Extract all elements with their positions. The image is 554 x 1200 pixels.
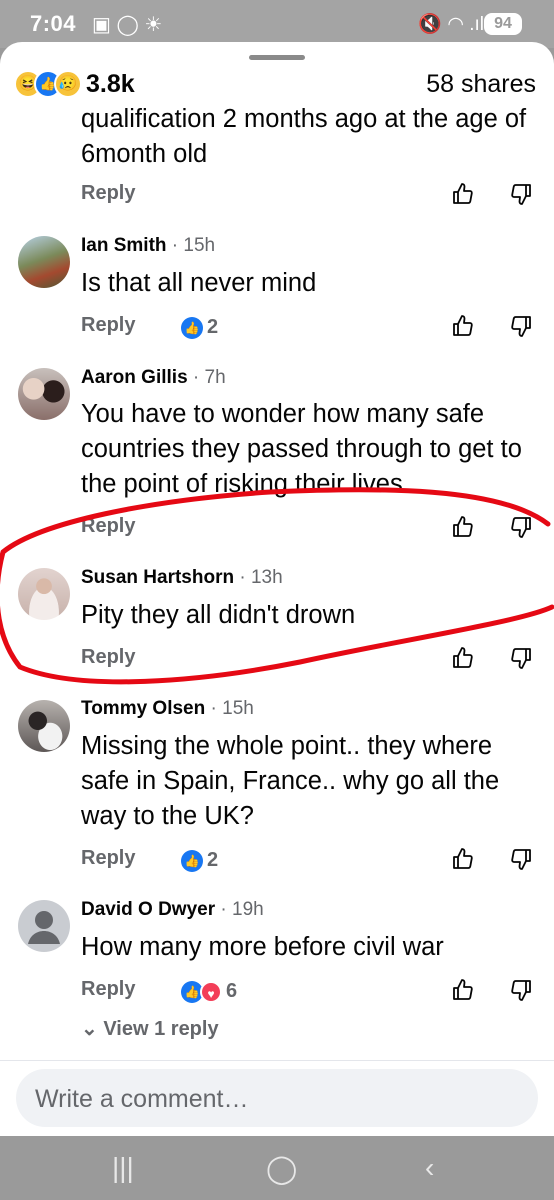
commenter-name[interactable]: David O Dwyer [81, 899, 215, 920]
comment-time: · 7h [192, 367, 226, 388]
home-icon[interactable]: ◯ [266, 1152, 297, 1185]
comment-input[interactable] [33, 1069, 517, 1129]
notification-icons: ▣ ◯ ☀ [92, 14, 163, 36]
chevron-down-icon: ⌄ [81, 1018, 98, 1040]
reaction-count[interactable]: 3.8k [86, 70, 135, 99]
view-replies-label: View 1 reply [103, 1018, 219, 1040]
reactions-summary[interactable]: 😆 👍 😥 3.8k 58 shares [14, 68, 536, 102]
comment-actions: Reply 👍 2 [81, 847, 541, 877]
avatar[interactable] [18, 700, 70, 752]
reply-button[interactable]: Reply [81, 314, 135, 337]
comment-header: Tommy Olsen · 15h [81, 698, 254, 720]
thumb-down-icon[interactable] [509, 978, 533, 1007]
comment-text: Is that all never mind [81, 269, 317, 297]
thumb-up-icon[interactable] [451, 978, 475, 1007]
comment-composer[interactable] [16, 1069, 538, 1129]
comment-text: You have to wonder how many safe countri… [81, 400, 522, 498]
comment-actions: Reply [81, 515, 541, 545]
like-icon: 👍 [181, 849, 203, 872]
clock: 7:04 [30, 11, 77, 36]
comment-text: qualification 2 months ago at the age of… [81, 105, 527, 168]
reaction-count: 2 [207, 849, 219, 871]
love-icon: ♥ [200, 980, 222, 1003]
comment-header: Ian Smith · 15h [81, 235, 215, 257]
avatar[interactable] [18, 236, 70, 288]
comment-time: · 15h [171, 235, 216, 256]
comment-text: Pity they all didn't drown [81, 601, 356, 629]
thumb-up-icon[interactable] [451, 182, 475, 211]
comment-time: · 13h [239, 567, 283, 588]
comment-header: Aaron Gillis · 7h [81, 367, 226, 389]
comment-text: How many more before civil war [81, 933, 444, 961]
status-bar: 7:04 ▣ ◯ ☀ 🔇 ◠ .ıl 94 [0, 0, 554, 48]
reply-button[interactable]: Reply [81, 182, 135, 205]
thumb-up-icon[interactable] [451, 646, 475, 675]
reply-button[interactable]: Reply [81, 847, 135, 870]
commenter-name[interactable]: Susan Hartshorn [81, 567, 234, 588]
thumb-down-icon[interactable] [509, 314, 533, 343]
sad-icon: 😥 [54, 70, 82, 98]
reply-button[interactable]: Reply [81, 646, 135, 669]
reply-button[interactable]: Reply [81, 978, 135, 1001]
view-replies-link[interactable]: ⌄ View 1 reply [81, 1016, 219, 1041]
comment-reactions[interactable]: 👍 ♥ 6 [181, 980, 237, 1003]
commenter-name[interactable]: Aaron Gillis [81, 367, 188, 388]
signal-icons: 🔇 ◠ .ıl [418, 14, 484, 35]
comment-actions: Reply 👍 ♥ 6 [81, 978, 541, 1008]
avatar[interactable] [18, 568, 70, 620]
thumb-down-icon[interactable] [509, 646, 533, 675]
divider [0, 1060, 554, 1061]
drag-handle[interactable] [249, 55, 305, 60]
reaction-count: 2 [207, 316, 219, 338]
comment-reactions[interactable]: 👍 2 [181, 849, 218, 872]
comment-actions: Reply [81, 646, 541, 676]
system-nav-bar: ||| ◯ ‹ [0, 1136, 554, 1200]
comment-time: · 15h [210, 698, 254, 719]
like-icon: 👍 [181, 316, 203, 339]
avatar[interactable] [18, 368, 70, 420]
comment-actions: Reply [81, 182, 541, 212]
commenter-name[interactable]: Tommy Olsen [81, 698, 205, 719]
battery-icon: 94 [484, 13, 522, 35]
reply-button[interactable]: Reply [81, 515, 135, 538]
comment-header: Susan Hartshorn · 13h [81, 567, 283, 589]
default-avatar-icon[interactable] [18, 900, 70, 952]
thumb-up-icon[interactable] [451, 515, 475, 544]
comment-text: Missing the whole point.. they where saf… [81, 732, 500, 830]
comment-time: · 19h [220, 899, 264, 920]
commenter-name[interactable]: Ian Smith [81, 235, 167, 256]
comment-header: David O Dwyer · 19h [81, 899, 264, 921]
comments-sheet: 😆 👍 😥 3.8k 58 shares qualification 2 mon… [0, 42, 554, 1136]
thumb-down-icon[interactable] [509, 182, 533, 211]
reaction-count: 6 [226, 980, 238, 1002]
thumb-up-icon[interactable] [451, 314, 475, 343]
comment-actions: Reply 👍 2 [81, 314, 541, 344]
share-count[interactable]: 58 shares [426, 70, 536, 99]
thumb-down-icon[interactable] [509, 847, 533, 876]
back-icon[interactable]: ‹ [425, 1152, 434, 1184]
thumb-up-icon[interactable] [451, 847, 475, 876]
thumb-down-icon[interactable] [509, 515, 533, 544]
recent-apps-icon[interactable]: ||| [112, 1152, 134, 1184]
comment-reactions[interactable]: 👍 2 [181, 316, 218, 339]
